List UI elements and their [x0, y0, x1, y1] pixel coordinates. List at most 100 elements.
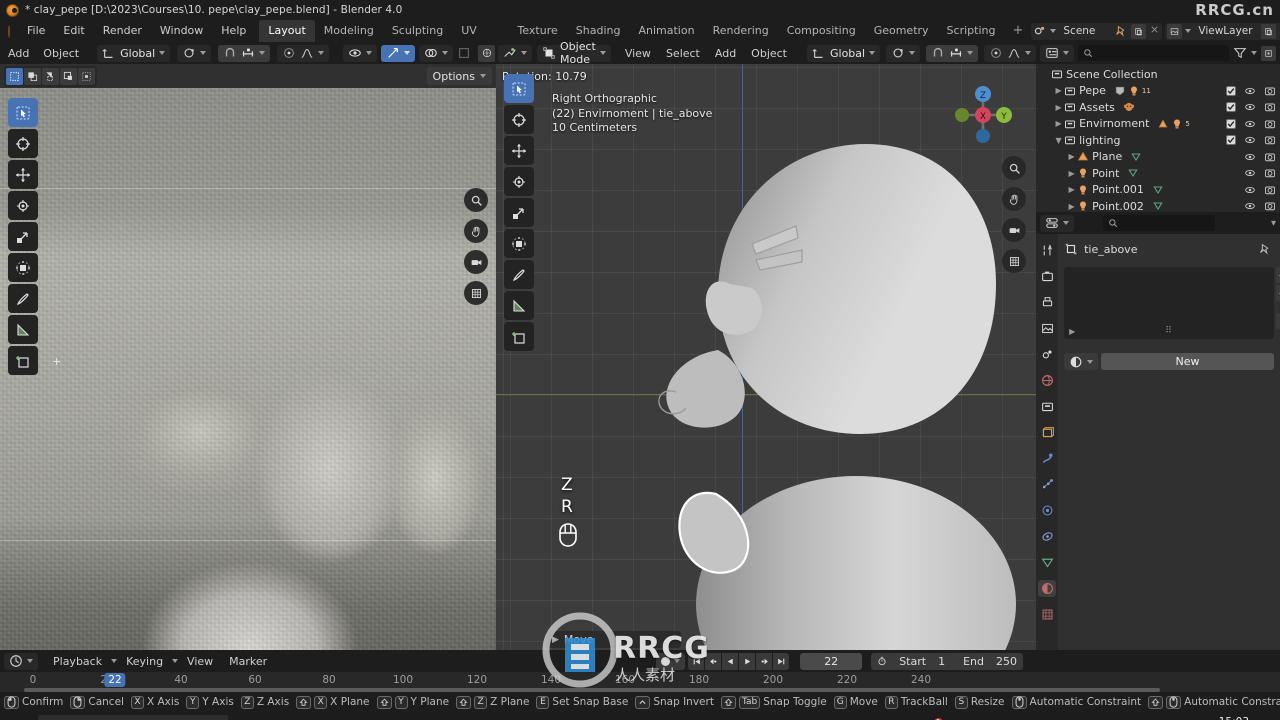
particles-icon[interactable]	[1038, 476, 1056, 493]
outliner-row[interactable]: ▶ Envirnoment 5	[1036, 116, 1280, 133]
world-icon[interactable]	[1038, 372, 1056, 389]
eye-visibility-icon[interactable]	[1244, 184, 1256, 196]
operator-redo-panel[interactable]: ▶ Move	[546, 631, 681, 648]
left-menu-object[interactable]: Object	[37, 47, 85, 60]
outliner-row[interactable]: ▶ Point	[1036, 165, 1280, 182]
render-visibility-icon[interactable]	[1264, 85, 1276, 97]
start-frame-value[interactable]: 1	[932, 653, 957, 670]
grip-icon[interactable]: ⠿	[1165, 326, 1173, 336]
zoom-icon[interactable]	[464, 188, 488, 212]
collection-icon[interactable]	[1038, 398, 1056, 415]
eye-visibility-icon[interactable]	[1244, 118, 1256, 130]
wireframe-icon[interactable]	[478, 44, 496, 62]
slot-specials-icon[interactable]: ▾	[1276, 313, 1280, 329]
transform-orientation-selector[interactable]: Global	[807, 44, 881, 62]
outliner-display-mode[interactable]	[1040, 44, 1075, 62]
left-viewport[interactable]: Add Object Global Options	[0, 42, 496, 650]
jump-start-icon[interactable]	[688, 652, 705, 670]
outliner-row-scene-collection[interactable]: Scene Collection	[1036, 66, 1280, 83]
render-visibility-icon[interactable]	[1264, 167, 1276, 179]
outliner-tree[interactable]: Scene Collection ▶ Pepe 11 ▶ Assets ▶ Envirnom…	[1036, 64, 1280, 212]
rotate-tool-icon[interactable]	[504, 167, 534, 196]
file-explorer-icon[interactable]	[304, 713, 336, 720]
telegram-icon[interactable]	[474, 713, 506, 720]
chevron-down-icon[interactable]	[159, 51, 166, 55]
exclude-checkbox[interactable]	[1226, 102, 1236, 113]
left-menu-add[interactable]: Add	[2, 47, 35, 60]
scale-tool-icon[interactable]	[8, 222, 38, 251]
proportional-edit-icon[interactable]	[282, 46, 296, 60]
toggle-ortho-icon[interactable]	[1002, 249, 1027, 273]
timeline-menu-marker[interactable]: Marker	[222, 655, 274, 668]
pan-hand-icon[interactable]	[1002, 187, 1027, 211]
properties-options-icon[interactable]: ▾	[1271, 218, 1276, 229]
workspace-tab-uv-editing[interactable]: UV Editing	[452, 20, 508, 59]
cortana-doodle-icon[interactable]	[230, 713, 268, 720]
chevron-down-icon[interactable]	[1063, 221, 1070, 225]
breadcrumb-object-name[interactable]: tie_above	[1084, 243, 1137, 256]
play-icon[interactable]	[739, 652, 756, 670]
clay-character-model[interactable]	[656, 134, 1016, 650]
cursor-tool-icon[interactable]	[504, 105, 534, 134]
render-visibility-icon[interactable]	[1264, 184, 1276, 196]
render-visibility-icon[interactable]	[1264, 101, 1276, 113]
remove-slot-icon[interactable]: −	[1276, 285, 1280, 301]
chevron-down-icon[interactable]	[172, 659, 179, 663]
workspace-tab-geometry-nodes[interactable]: Geometry Nodes	[865, 20, 938, 59]
scene-dropdown-caret[interactable]	[1050, 29, 1057, 33]
output-icon[interactable]	[1038, 294, 1056, 311]
render-icon[interactable]	[1038, 268, 1056, 285]
task-view-icon[interactable]	[270, 713, 302, 720]
outliner-search-input[interactable]	[1078, 45, 1229, 61]
outliner-row[interactable]: ▶ Plane	[1036, 149, 1280, 166]
circle-select-icon[interactable]	[42, 67, 59, 85]
render-visibility-icon[interactable]	[1264, 200, 1276, 212]
disclosure-collapsed-icon[interactable]: ▶	[1066, 152, 1077, 161]
menu-help[interactable]: Help	[212, 20, 255, 42]
rotate-tool-icon[interactable]	[8, 191, 38, 220]
viewlayer-icon[interactable]	[1038, 320, 1056, 337]
use-preview-range-icon[interactable]	[871, 653, 893, 670]
navigation-gizmo[interactable]: Z Y X	[952, 84, 1014, 146]
render-visibility-icon[interactable]	[1264, 151, 1276, 163]
chevron-down-icon[interactable]	[1087, 359, 1094, 364]
scale-tool-icon[interactable]	[504, 198, 534, 227]
select-mode-group[interactable]	[4, 65, 97, 87]
current-frame-field[interactable]: 22	[800, 652, 863, 670]
properties-tab-column[interactable]	[1036, 234, 1059, 650]
mail-icon[interactable]	[508, 713, 540, 720]
scene-name[interactable]: Scene	[1059, 25, 1111, 37]
snap-increment-icon[interactable]	[241, 46, 255, 60]
annotate-tool-icon[interactable]	[504, 260, 534, 289]
photos-icon[interactable]	[576, 713, 608, 720]
physics-icon[interactable]	[1038, 502, 1056, 519]
chevron-down-icon[interactable]	[1063, 51, 1070, 55]
select-extend-icon[interactable]	[78, 67, 95, 85]
left-gizmo-toggle[interactable]	[381, 44, 416, 62]
eye-visibility-icon[interactable]	[1244, 134, 1256, 146]
eye-visibility-icon[interactable]	[1244, 200, 1256, 212]
xray-toggle-icon[interactable]	[457, 46, 471, 60]
workspace-tab-rendering[interactable]: Rendering	[704, 20, 778, 42]
chevron-right-icon[interactable]: ▶	[552, 635, 559, 645]
material-browse-button[interactable]	[1064, 353, 1099, 370]
timeline-horizontal-scrollbar[interactable]	[24, 688, 1160, 692]
new-material-button[interactable]: + New	[52, 353, 1274, 370]
view-menu[interactable]: View	[618, 47, 658, 60]
left-transform-orientation[interactable]: Global	[97, 44, 171, 62]
frame-range-group[interactable]: Start 1 End 250	[871, 652, 1023, 670]
render-visibility-icon[interactable]	[1264, 118, 1276, 130]
scene-selector[interactable]: Scene	[1031, 22, 1163, 40]
filter-funnel-icon[interactable]	[1233, 46, 1247, 60]
right-viewport[interactable]: Object Mode View Select Add Object Globa…	[496, 42, 1037, 650]
modifier-icon[interactable]	[1038, 450, 1056, 467]
box-select-icon[interactable]	[24, 67, 41, 85]
magnet-icon[interactable]	[931, 46, 945, 60]
disclosure-collapsed-icon[interactable]: ▶	[1066, 202, 1077, 211]
disclosure-collapsed-icon[interactable]: ▶	[1053, 119, 1064, 128]
disclosure-expanded-icon[interactable]: ▼	[1053, 136, 1064, 145]
chevron-down-icon[interactable]	[366, 51, 373, 55]
exclude-checkbox[interactable]	[1226, 85, 1236, 96]
workspace-tab-texture-paint[interactable]: Texture Paint	[509, 20, 567, 59]
settings-gear-icon[interactable]	[440, 713, 472, 720]
